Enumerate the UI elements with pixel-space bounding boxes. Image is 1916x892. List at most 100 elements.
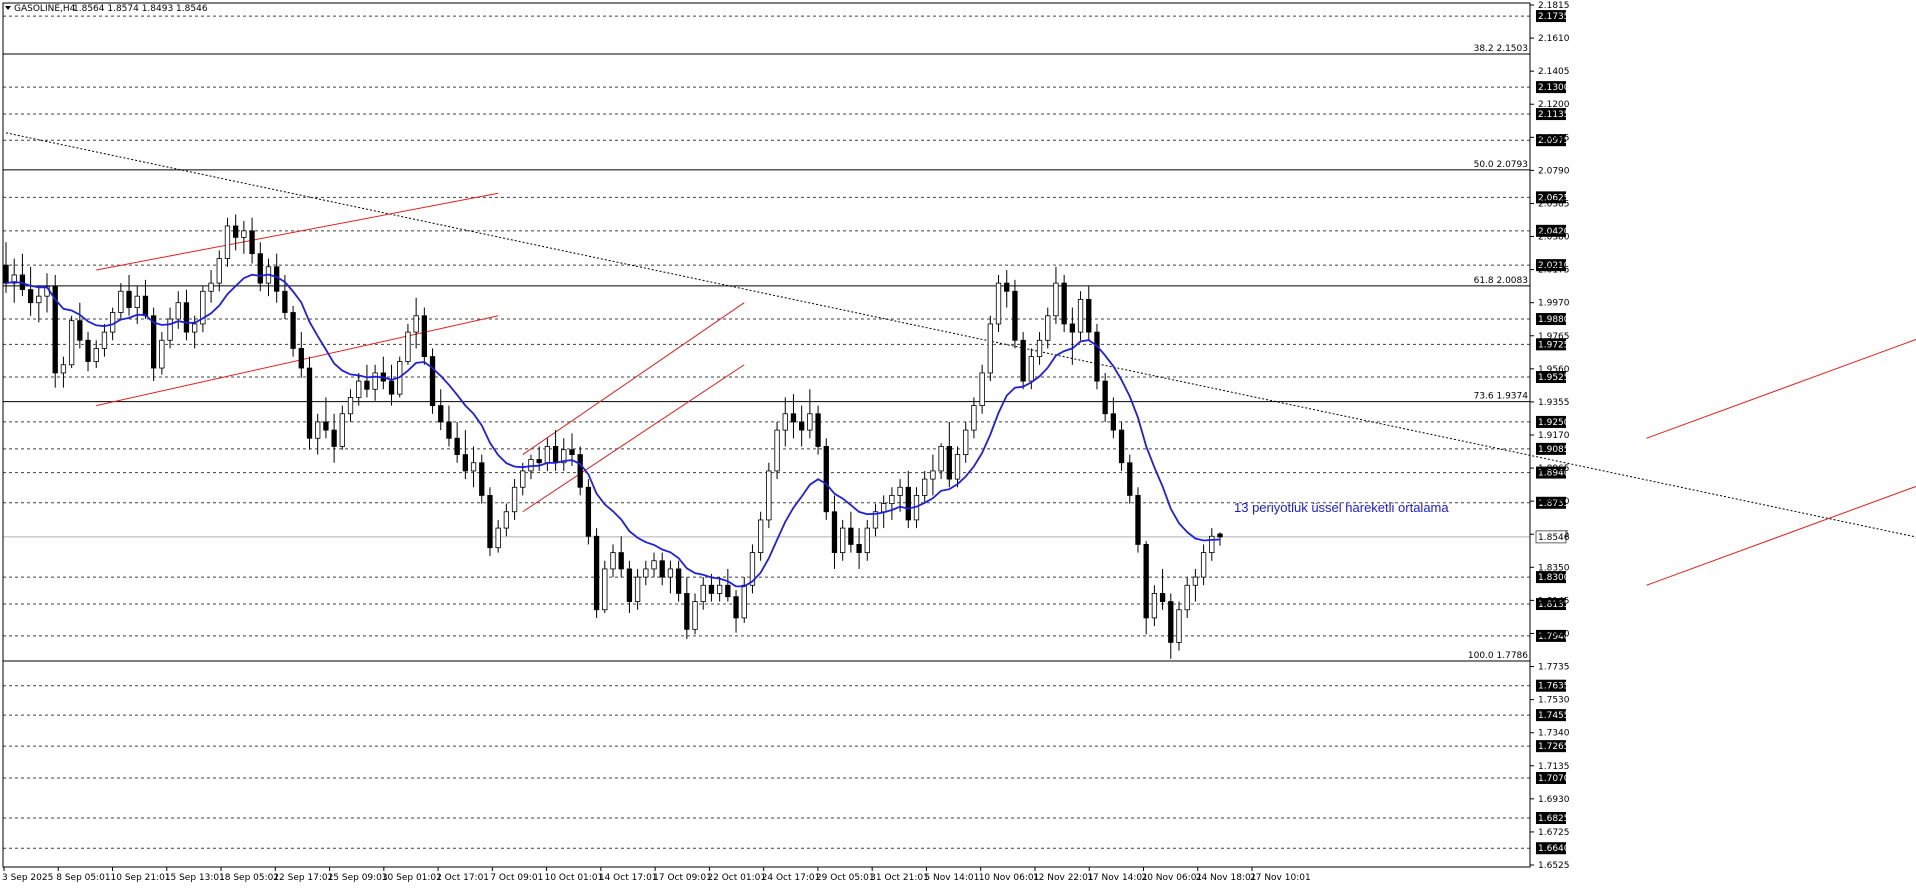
x-tick-label: 8 Sep 05:01 (56, 873, 110, 883)
candle-body (930, 470, 936, 480)
x-tick-label: 20 Nov 06:01 (1141, 873, 1202, 883)
candle-body (946, 446, 952, 480)
price-axis: 2.17352.13002.11352.09752.06252.04202.02… (1530, 1, 1570, 871)
candle-body (733, 596, 739, 619)
x-tick-label: 27 Nov 10:01 (1250, 873, 1311, 883)
candle-body (479, 462, 485, 496)
candle-body (175, 302, 181, 320)
candle-body (963, 429, 969, 455)
level-price-label: 2.1735 (1538, 12, 1570, 22)
candle-body (142, 295, 149, 317)
candle-body (905, 486, 911, 521)
candle-body (339, 413, 345, 447)
y-tick-label: 1.7735 (1538, 663, 1570, 673)
candle-body (1077, 299, 1084, 333)
level-price-label: 1.9085 (1538, 445, 1570, 455)
candle-body (1012, 290, 1018, 341)
candle-body (593, 535, 600, 611)
chart-canvas: 38.2 2.1503 50.0 2.0793 61.8 2.0083 73.6 1.… (2, 1, 1916, 883)
candle-body (241, 230, 247, 238)
candle-body (511, 486, 518, 513)
y-tick-label: 1.9765 (1538, 332, 1570, 342)
x-tick-label: 31 Oct 21:01 (870, 873, 929, 883)
plot-frame (2, 2, 1531, 868)
candle-body (741, 584, 747, 619)
candle-body (183, 302, 190, 333)
x-tick-label: 29 Oct 05:01 (816, 873, 875, 883)
candle-body (675, 568, 682, 594)
candle-body (651, 560, 657, 570)
x-tick-label: 25 Sep 09:01 (328, 873, 388, 883)
candle-body (602, 568, 608, 611)
y-tick-label: 1.7135 (1538, 762, 1570, 772)
candle-body (470, 462, 477, 472)
candle-body (815, 413, 821, 447)
candle-body (1020, 339, 1026, 382)
candle-body (347, 397, 354, 415)
y-tick-label: 1.9560 (1538, 365, 1570, 375)
level-price-label: 1.7455 (1538, 711, 1570, 721)
candle-body (118, 290, 124, 313)
candle-body (552, 446, 559, 464)
x-tick-label: 2 Oct 17:01 (436, 873, 489, 883)
candle-body (987, 323, 993, 374)
candle-body (766, 470, 772, 521)
price-chart[interactable]: 38.2 2.1503 50.0 2.0793 61.8 2.0083 73.6 1.… (0, 0, 1916, 888)
candle-body (77, 320, 83, 341)
candle-body (1028, 356, 1034, 382)
ema-annotation-label: 13 periyotluk üssel hareketli ortalama (1234, 500, 1449, 515)
x-tick-label: 22 Sep 17:01 (273, 873, 333, 883)
level-price-label: 1.9725 (1538, 340, 1570, 350)
ohlc-values: 1.8564 1.8574 1.8493 1.8546 (73, 4, 208, 14)
y-tick-label: 1.9970 (1538, 299, 1570, 309)
candle-body (216, 258, 222, 284)
y-tick-label: 1.7940 (1538, 629, 1570, 639)
x-tick-label: 10 Sep 21:01 (111, 873, 171, 883)
candle-body (979, 372, 985, 407)
candle-body (1209, 535, 1215, 553)
candle-body (634, 576, 641, 602)
candle-body (684, 593, 690, 630)
candle-body (290, 312, 296, 349)
candle-body (257, 253, 263, 284)
candle-body (421, 315, 427, 358)
candle-body (60, 364, 67, 374)
candle-body (520, 470, 526, 488)
y-tick-label: 2.1200 (1538, 100, 1570, 110)
y-tick-label: 2.0380 (1538, 233, 1570, 243)
candle-body (495, 527, 501, 549)
candle-body (126, 290, 132, 309)
channel-line (96, 192, 499, 271)
candle-body (109, 312, 116, 333)
candle-body (856, 544, 862, 553)
candle-body (995, 282, 1002, 325)
candle-body (36, 295, 42, 304)
level-price-label: 1.7070 (1538, 774, 1570, 784)
candle-body (1004, 282, 1010, 292)
candle-body (1217, 533, 1223, 538)
x-tick-label: 12 Nov 22:01 (1033, 873, 1094, 883)
time-axis: 3 Sep 2025 8 Sep 05:01 10 Sep 21:0115 Sep … (2, 867, 1311, 883)
x-tick-label: 17 Oct 09:01 (653, 873, 712, 883)
candle-body (782, 413, 788, 431)
candle-body (1036, 339, 1043, 358)
y-tick-label: 2.0790 (1538, 166, 1570, 176)
candle-body (790, 413, 797, 423)
candle-body (840, 527, 846, 553)
channel-line (96, 315, 499, 407)
candle-body (1102, 380, 1108, 415)
triangle-down-icon[interactable] (5, 6, 11, 10)
candle-body (167, 318, 173, 341)
y-tick-label: 1.8145 (1538, 596, 1570, 606)
candle-body (224, 225, 231, 260)
trendlines (5, 132, 1916, 586)
channel-line (1646, 485, 1916, 586)
candle-body (306, 367, 313, 439)
candle-body (897, 486, 903, 496)
candle-body (643, 568, 649, 578)
candle-body (85, 339, 91, 362)
candle-body (938, 446, 944, 472)
candle-body (1069, 323, 1076, 333)
candle-body (1053, 282, 1059, 317)
candle-body (159, 339, 165, 369)
